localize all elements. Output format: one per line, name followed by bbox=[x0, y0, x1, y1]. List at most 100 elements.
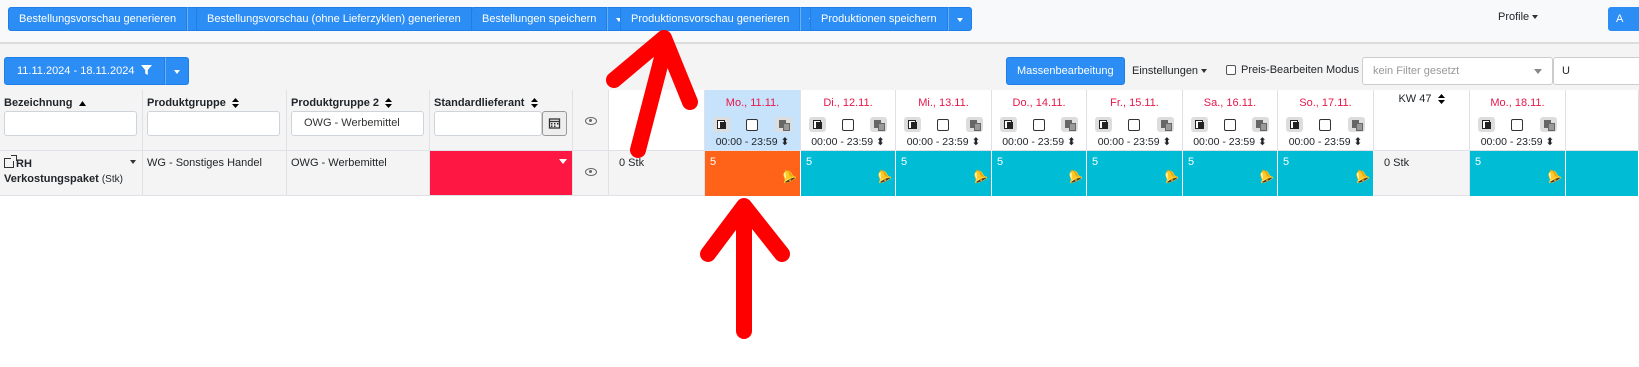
paste-icon[interactable] bbox=[870, 117, 887, 132]
week-cell-value: 0 Stk bbox=[1384, 157, 1410, 169]
day-select-checkbox[interactable] bbox=[1033, 118, 1045, 131]
save-productions-button[interactable]: Produktionen speichern bbox=[810, 7, 948, 31]
sort-icon[interactable] bbox=[385, 98, 393, 109]
chevron-down-icon bbox=[173, 70, 180, 74]
product-name-line1[interactable]: RH bbox=[16, 158, 32, 170]
copy-icon[interactable] bbox=[1478, 117, 1496, 132]
admin-button[interactable]: A bbox=[1608, 7, 1639, 31]
row-produktgruppe: WG - Sonstiges Handel bbox=[147, 157, 262, 169]
copy-icon[interactable] bbox=[1095, 117, 1113, 132]
mass-edit-button[interactable]: Massenbearbeitung bbox=[1006, 57, 1125, 85]
generate-order-preview-no-cycles-button-group: Bestellungsvorschau (ohne Lieferzyklen) … bbox=[196, 7, 496, 31]
day-select-checkbox[interactable] bbox=[842, 118, 854, 131]
time-range-label: 00:00 - 23:59 bbox=[1288, 136, 1351, 148]
day-header-di-12-11: Di., 12.11. 00:00 - 23:59 ⬍ bbox=[801, 90, 896, 150]
copy-icon[interactable] bbox=[809, 117, 826, 132]
save-orders-button-group: Bestellungen speichern bbox=[471, 7, 632, 31]
row-menu-chevron-icon[interactable] bbox=[130, 160, 136, 164]
product-name-line2[interactable]: Verkostungspaket bbox=[4, 173, 99, 185]
sort-icon[interactable] bbox=[530, 98, 538, 109]
filter-select[interactable]: kein Filter gesetzt bbox=[1362, 57, 1553, 85]
row-produktgruppe-cell: WG - Sonstiges Handel bbox=[143, 150, 287, 196]
day-cell-fr-15-11[interactable]: 5 🔔 bbox=[1087, 150, 1183, 196]
generate-order-preview-no-cycles-button[interactable]: Bestellungsvorschau (ohne Lieferzyklen) … bbox=[196, 7, 472, 31]
paste-icon[interactable] bbox=[965, 117, 983, 132]
profile-menu[interactable]: Profile bbox=[1498, 11, 1539, 23]
day-cell-value: 5 bbox=[1475, 156, 1482, 168]
save-productions-dropdown[interactable] bbox=[947, 7, 972, 31]
time-range[interactable]: 00:00 - 23:59 ⬍ bbox=[992, 136, 1086, 148]
paste-icon[interactable] bbox=[1347, 117, 1365, 132]
day-cell-mo-11-11[interactable]: 5 🔔 bbox=[705, 150, 801, 196]
sort-icon[interactable] bbox=[1437, 94, 1445, 105]
external-link-icon[interactable] bbox=[4, 155, 17, 168]
day-header-sa-16-11: Sa., 16.11. 00:00 - 23:59 ⬍ bbox=[1183, 90, 1278, 150]
paste-icon[interactable] bbox=[1156, 117, 1174, 132]
calendar-button[interactable] bbox=[542, 111, 567, 136]
time-range-label: 00:00 - 23:59 bbox=[715, 136, 778, 148]
day-cell-value: 5 bbox=[997, 156, 1004, 168]
day-select-checkbox[interactable] bbox=[1224, 118, 1236, 131]
price-edit-mode-label: Preis-Bearbeiten Modus bbox=[1241, 64, 1360, 76]
day-cell-sa-16-11[interactable]: 5 🔔 bbox=[1183, 150, 1278, 196]
standardlieferant-filter-input[interactable] bbox=[434, 111, 542, 136]
day-cell-value: 5 bbox=[1188, 156, 1195, 168]
paste-icon[interactable] bbox=[1252, 117, 1269, 132]
column-title-bezeichnung: Bezeichnung bbox=[4, 97, 73, 109]
price-edit-mode-toggle[interactable]: Preis-Bearbeiten Modus bbox=[1226, 64, 1359, 76]
generate-production-preview-button[interactable]: Produktionsvorschau generieren bbox=[620, 7, 801, 31]
bell-icon: 🔔 bbox=[1064, 166, 1085, 186]
produktgruppe-filter-input[interactable] bbox=[147, 111, 280, 136]
day-cell-value: 5 bbox=[1283, 156, 1290, 168]
day-cell-mi-13-11[interactable]: 5 🔔 bbox=[896, 150, 992, 196]
paste-icon[interactable] bbox=[1539, 117, 1557, 132]
time-range[interactable]: 00:00 - 23:59 ⬍ bbox=[801, 136, 895, 148]
copy-icon[interactable] bbox=[1000, 117, 1017, 132]
time-range[interactable]: 00:00 - 23:59 ⬍ bbox=[1183, 136, 1277, 148]
time-range[interactable]: 00:00 - 23:59 ⬍ bbox=[1470, 136, 1565, 148]
chevron-down-icon bbox=[559, 159, 567, 164]
chevron-down-icon bbox=[956, 18, 963, 22]
eye-icon[interactable] bbox=[585, 168, 597, 176]
day-select-checkbox[interactable] bbox=[746, 118, 759, 131]
paste-icon[interactable] bbox=[774, 117, 792, 132]
save-orders-button[interactable]: Bestellungen speichern bbox=[471, 7, 608, 31]
day-cell-so-17-11[interactable]: 5 🔔 bbox=[1278, 150, 1374, 196]
time-range[interactable]: 00:00 - 23:59 ⬍ bbox=[896, 136, 991, 148]
day-select-checkbox[interactable] bbox=[937, 118, 950, 131]
planning-grid: Bezeichnung Produktgruppe Produktgruppe … bbox=[0, 90, 1639, 196]
produktgruppe2-filter-input[interactable]: OWG - Werbemittel bbox=[291, 111, 424, 136]
generate-order-preview-button[interactable]: Bestellungsvorschau generieren bbox=[8, 7, 188, 31]
time-range[interactable]: 00:00 - 23:59 ⬍ bbox=[1278, 136, 1373, 148]
price-edit-mode-checkbox[interactable] bbox=[1226, 65, 1236, 75]
week-cell-kw47: 0 Stk bbox=[1374, 150, 1470, 196]
row-produktgruppe2: OWG - Werbemittel bbox=[291, 157, 387, 169]
copy-icon[interactable] bbox=[713, 117, 731, 132]
day-cell-mo-18-11[interactable]: 5 🔔 bbox=[1470, 150, 1566, 196]
eye-icon[interactable] bbox=[585, 117, 597, 125]
copy-icon[interactable] bbox=[1286, 117, 1304, 132]
paste-icon[interactable] bbox=[1061, 117, 1078, 132]
day-header-mi-13-11: Mi., 13.11. 00:00 - 23:59 ⬍ bbox=[896, 90, 992, 150]
day-select-checkbox[interactable] bbox=[1319, 118, 1332, 131]
day-select-checkbox[interactable] bbox=[1128, 118, 1141, 131]
time-range[interactable]: 00:00 - 23:59 ⬍ bbox=[1087, 136, 1182, 148]
time-range[interactable]: 00:00 - 23:59 ⬍ bbox=[705, 136, 800, 148]
day-select-checkbox[interactable] bbox=[1511, 118, 1524, 131]
date-range-button[interactable]: 11.11.2024 - 18.11.2024 bbox=[4, 57, 165, 85]
product-unit: (Stk) bbox=[101, 174, 123, 185]
day-label: Fr., 15.11. bbox=[1110, 97, 1159, 109]
sort-asc-icon[interactable] bbox=[78, 100, 86, 106]
copy-icon[interactable] bbox=[904, 117, 922, 132]
day-cell-do-14-11[interactable]: 5 🔔 bbox=[992, 150, 1087, 196]
day-cell-value: 5 bbox=[901, 156, 908, 168]
copy-icon[interactable] bbox=[1191, 117, 1208, 132]
sort-icon[interactable] bbox=[231, 98, 239, 109]
settings-menu[interactable]: Einstellungen bbox=[1132, 65, 1208, 77]
day-cell-di-12-11[interactable]: 5 🔔 bbox=[801, 150, 896, 196]
extra-control[interactable]: U bbox=[1553, 57, 1639, 85]
day-cell-overflow[interactable] bbox=[1566, 150, 1639, 196]
bezeichnung-filter-input[interactable] bbox=[4, 111, 137, 136]
row-supplier-select[interactable] bbox=[430, 150, 573, 196]
date-range-dropdown[interactable] bbox=[164, 57, 189, 85]
